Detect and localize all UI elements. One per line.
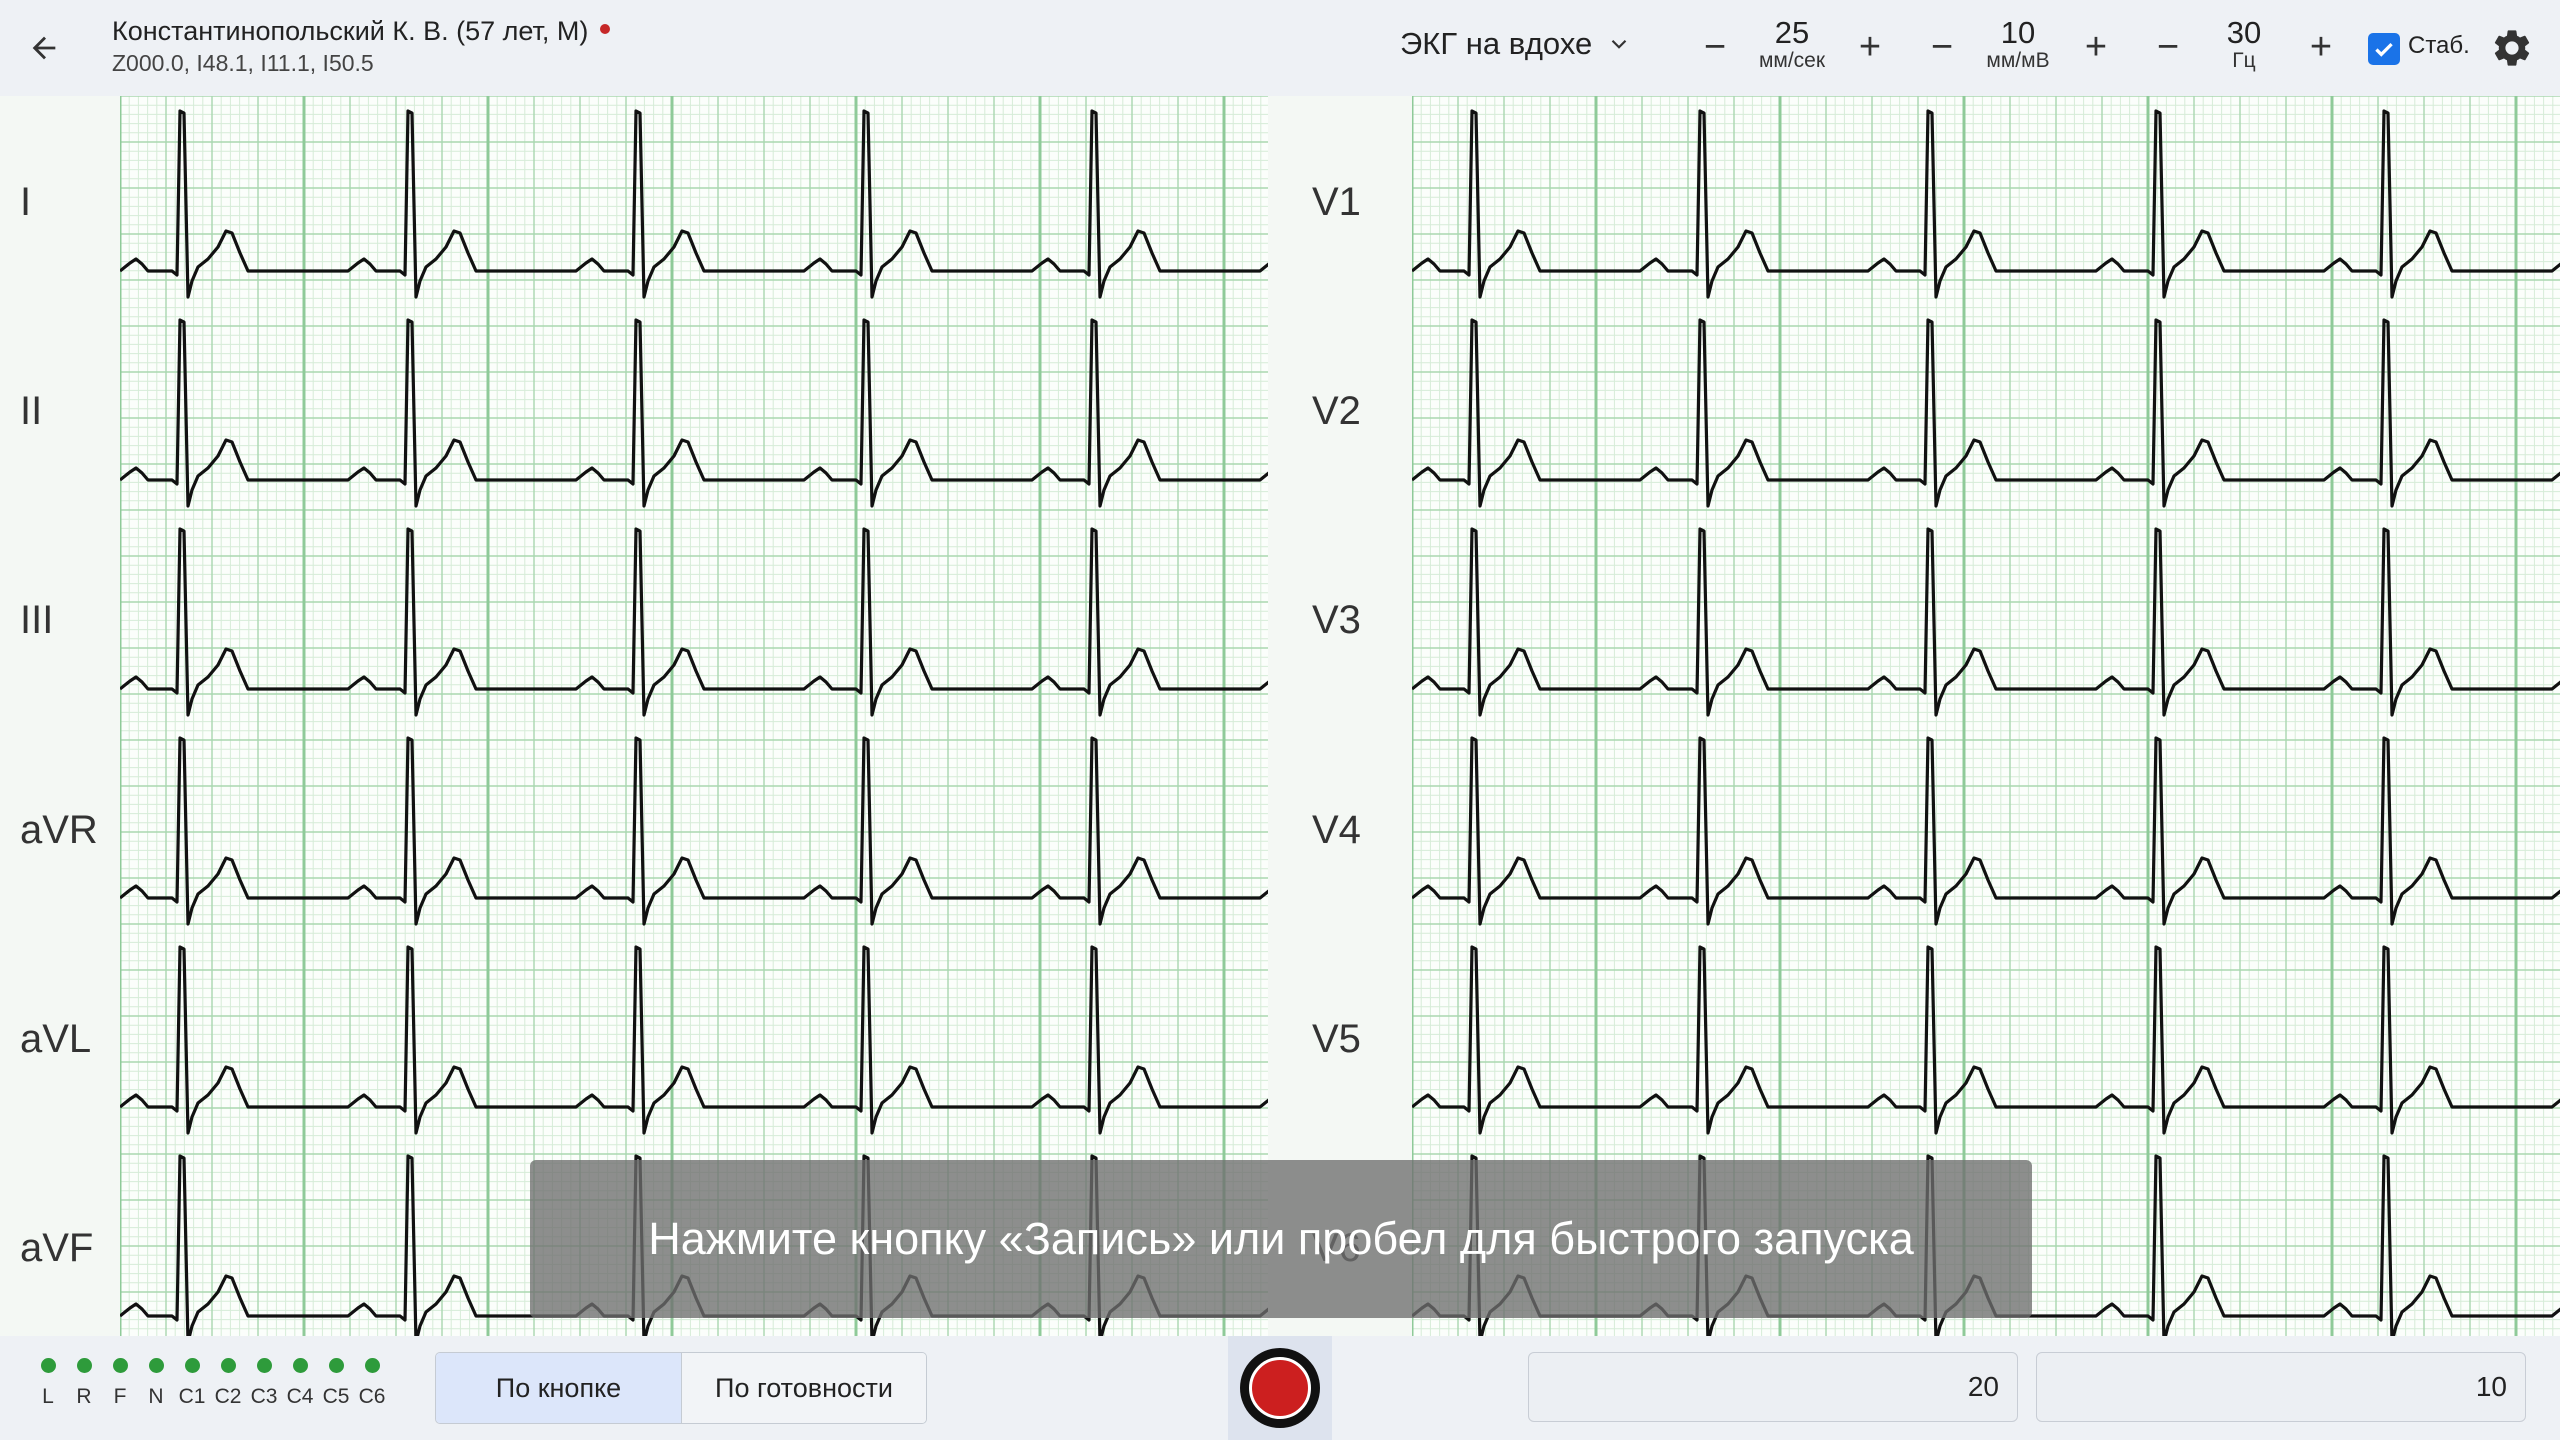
electrode-c2: C2 <box>212 1358 244 1409</box>
record-button[interactable] <box>1240 1348 1320 1428</box>
amplitude-number: 10 <box>2000 15 2036 50</box>
diagnosis-codes: Z000.0, I48.1, I11.1, I50.5 <box>112 50 374 76</box>
lead-label-v1: V1 <box>1312 180 1361 224</box>
electrode-l: L <box>32 1358 64 1409</box>
status-dot <box>600 23 611 34</box>
electrode-status-dot <box>328 1358 344 1373</box>
amplitude-increase-button[interactable]: + <box>2071 22 2121 72</box>
speed-unit: мм/сек <box>1758 49 1826 72</box>
amplitude-decrease-button[interactable]: − <box>1917 22 1967 72</box>
speed-number: 25 <box>1774 15 1810 50</box>
electrode-status-dot <box>364 1358 380 1373</box>
stabilization-checkbox[interactable] <box>2368 33 2400 65</box>
electrode-r: R <box>68 1358 100 1409</box>
electrode-label: L <box>42 1385 54 1408</box>
lead-label-v4: V4 <box>1312 808 1361 852</box>
top-toolbar: Константинопольский К. В. (57 лет, М) Z0… <box>0 0 2560 96</box>
lead-label-iii: III <box>20 598 54 642</box>
minus-icon: − <box>2156 26 2180 68</box>
electrode-label: F <box>113 1385 127 1408</box>
plus-icon: + <box>2084 26 2108 68</box>
ecg-grid-background <box>1412 96 2560 1336</box>
lead-label-i: I <box>20 180 32 224</box>
speed-decrease-button[interactable]: − <box>1690 22 1740 72</box>
amplitude-unit: мм/мВ <box>1986 49 2050 72</box>
filter-value: 30 Гц <box>2189 16 2299 72</box>
electrode-n: N <box>140 1358 172 1409</box>
trigger-by-button[interactable]: По кнопке <box>436 1353 681 1423</box>
check-icon <box>2375 42 2393 57</box>
lead-label-avl: aVL <box>20 1017 92 1061</box>
patient-name: Константинопольский К. В. (57 лет, М) <box>112 16 611 47</box>
speed-increase-button[interactable]: + <box>1845 22 1895 72</box>
electrode-status-dot <box>76 1358 92 1373</box>
mode-select-value: ЭКГ на вдохе <box>1400 26 1593 61</box>
lead-label-v2: V2 <box>1312 389 1361 433</box>
gear-icon[interactable] <box>2490 26 2534 70</box>
amplitude-value: 10 мм/мВ <box>1963 16 2073 72</box>
hint-toast-text: Нажмите кнопку «Запись» или пробел для б… <box>648 1213 1914 1264</box>
electrode-label: C1 <box>178 1385 206 1408</box>
electrode-status-dot <box>112 1358 128 1373</box>
electrode-status-dot <box>220 1358 236 1373</box>
electrode-label: C2 <box>214 1385 242 1408</box>
electrode-label: C5 <box>322 1385 350 1408</box>
filter-number: 30 <box>2226 15 2262 50</box>
electrode-status-dot <box>292 1358 308 1373</box>
record-icon <box>1249 1357 1311 1419</box>
arrow-left-icon <box>32 36 56 60</box>
lead-label-v5: V5 <box>1312 1017 1361 1061</box>
lead-label-avr: aVR <box>20 808 98 852</box>
electrode-c1: C1 <box>176 1358 208 1409</box>
minus-icon: − <box>1703 26 1727 68</box>
trigger-by-readiness[interactable]: По готовности <box>681 1353 926 1423</box>
lead-label-avf: aVF <box>20 1226 94 1270</box>
record-button-container <box>1228 1336 1332 1440</box>
electrode-f: F <box>104 1358 136 1409</box>
electrode-label: C3 <box>250 1385 278 1408</box>
electrode-label: R <box>76 1385 92 1408</box>
electrode-c3: C3 <box>248 1358 280 1409</box>
electrode-status-dot <box>148 1358 164 1373</box>
ecg-panel-chest-leads <box>1412 96 2560 1336</box>
electrode-c6: C6 <box>356 1358 388 1409</box>
electrode-status-dot <box>184 1358 200 1373</box>
plus-icon: + <box>2309 26 2333 68</box>
electrode-c5: C5 <box>320 1358 352 1409</box>
plus-icon: + <box>1858 26 1882 68</box>
lead-label-v3: V3 <box>1312 598 1361 642</box>
ecg-panel-limb-leads <box>120 96 1268 1336</box>
chevron-down-icon <box>1611 39 1627 49</box>
electrode-label: N <box>148 1385 164 1408</box>
filter-unit: Гц <box>2232 49 2256 72</box>
stabilization-label: Стаб. <box>2408 32 2470 59</box>
first-value-field[interactable]: 20 <box>1528 1352 2018 1422</box>
filter-decrease-button[interactable]: − <box>2143 22 2193 72</box>
speed-value: 25 мм/сек <box>1737 16 1847 72</box>
filter-increase-button[interactable]: + <box>2296 22 2346 72</box>
hint-toast: Нажмите кнопку «Запись» или пробел для б… <box>530 1160 2032 1318</box>
trigger-mode-toggle: По кнопке По готовности <box>435 1352 927 1424</box>
electrode-label: C6 <box>358 1385 386 1408</box>
lead-label-ii: II <box>20 389 43 433</box>
electrode-c4: C4 <box>284 1358 316 1409</box>
minus-icon: − <box>1930 26 1954 68</box>
electrode-status-dot <box>40 1358 56 1373</box>
back-button[interactable] <box>18 22 70 74</box>
electrode-label: C4 <box>286 1385 314 1408</box>
second-value-field[interactable]: 10 <box>2036 1352 2526 1422</box>
patient-name-text: Константинопольский К. В. (57 лет, М) <box>112 16 589 46</box>
electrode-status-dot <box>256 1358 272 1373</box>
mode-select[interactable]: ЭКГ на вдохе <box>1400 26 1632 62</box>
ecg-grid-background <box>120 96 1268 1336</box>
